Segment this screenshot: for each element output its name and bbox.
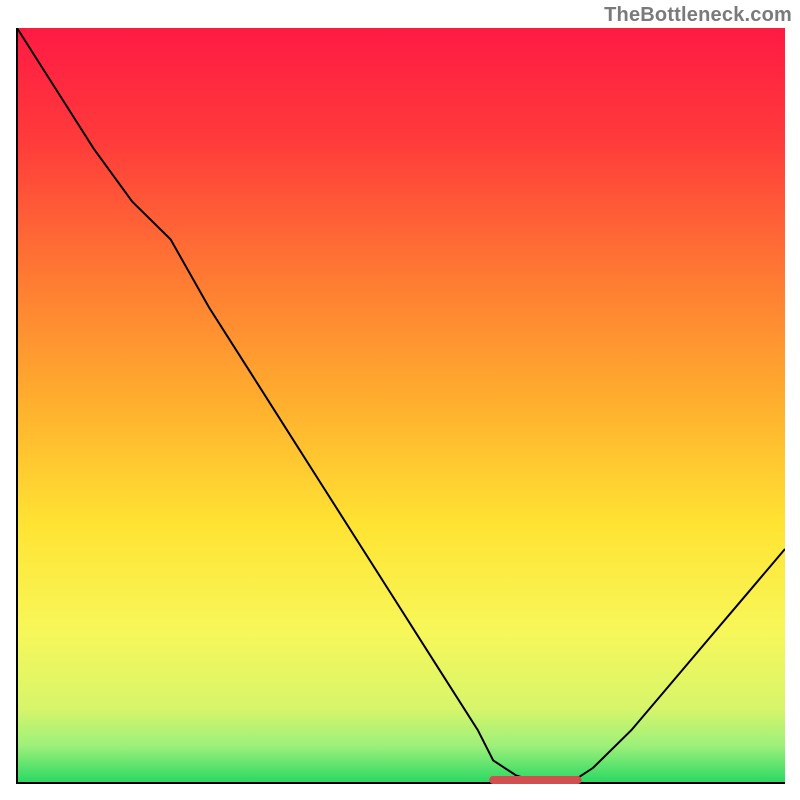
bottleneck-chart (15, 28, 785, 785)
plot-background (17, 28, 785, 783)
watermark-text: TheBottleneck.com (604, 4, 792, 27)
